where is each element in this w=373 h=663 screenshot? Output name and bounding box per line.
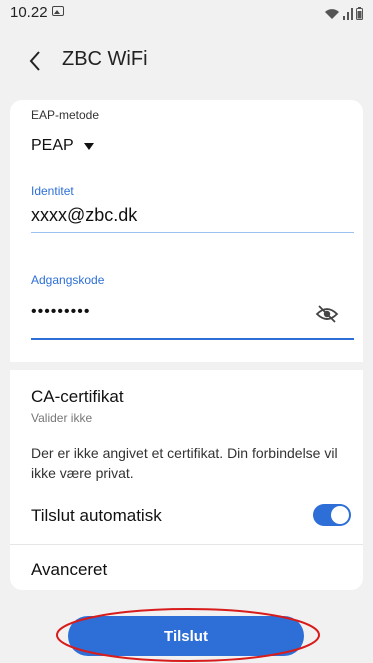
auto-connect-label: Tilslut automatisk (31, 506, 162, 525)
settings-card: EAP-metode PEAP Identitet Adgangskode CA… (10, 100, 363, 590)
signal-icon (343, 8, 353, 20)
connect-button[interactable]: Tilslut (68, 616, 304, 656)
identity-label: Identitet (31, 184, 74, 198)
identity-input[interactable] (31, 203, 351, 227)
password-input[interactable] (31, 300, 301, 324)
eap-method-value: PEAP (31, 137, 74, 154)
eye-off-icon[interactable] (315, 305, 339, 328)
bottom-action-area: Tilslut (0, 598, 373, 663)
toggle-knob (331, 506, 349, 524)
certificate-warning-text: Der er ikke angivet et certifikat. Din f… (31, 445, 338, 481)
page-title: ZBC WiFi (62, 48, 148, 70)
eap-method-label: EAP-metode (31, 108, 100, 122)
auto-connect-toggle[interactable] (313, 504, 351, 526)
advanced-label: Avanceret (31, 560, 108, 579)
status-time: 10.22 (10, 4, 48, 21)
dropdown-arrow-icon (83, 142, 94, 150)
eap-method-dropdown[interactable]: PEAP (31, 136, 94, 156)
status-bar: 10.22 (0, 0, 373, 32)
row-divider (10, 544, 363, 545)
ca-certificate-title: CA-certifikat (31, 387, 124, 406)
password-underline (31, 338, 354, 340)
header: ZBC WiFi (0, 32, 373, 92)
battery-icon (356, 7, 363, 20)
wifi-icon (324, 7, 340, 20)
identity-underline (31, 232, 354, 233)
image-icon (52, 6, 64, 16)
password-label: Adgangskode (31, 273, 105, 287)
status-icons (324, 4, 363, 20)
ca-certificate-subtitle: Valider ikke (31, 411, 93, 425)
back-chevron-icon[interactable] (28, 50, 42, 72)
advanced-row[interactable]: Avanceret (31, 560, 107, 580)
section-divider (10, 362, 363, 370)
